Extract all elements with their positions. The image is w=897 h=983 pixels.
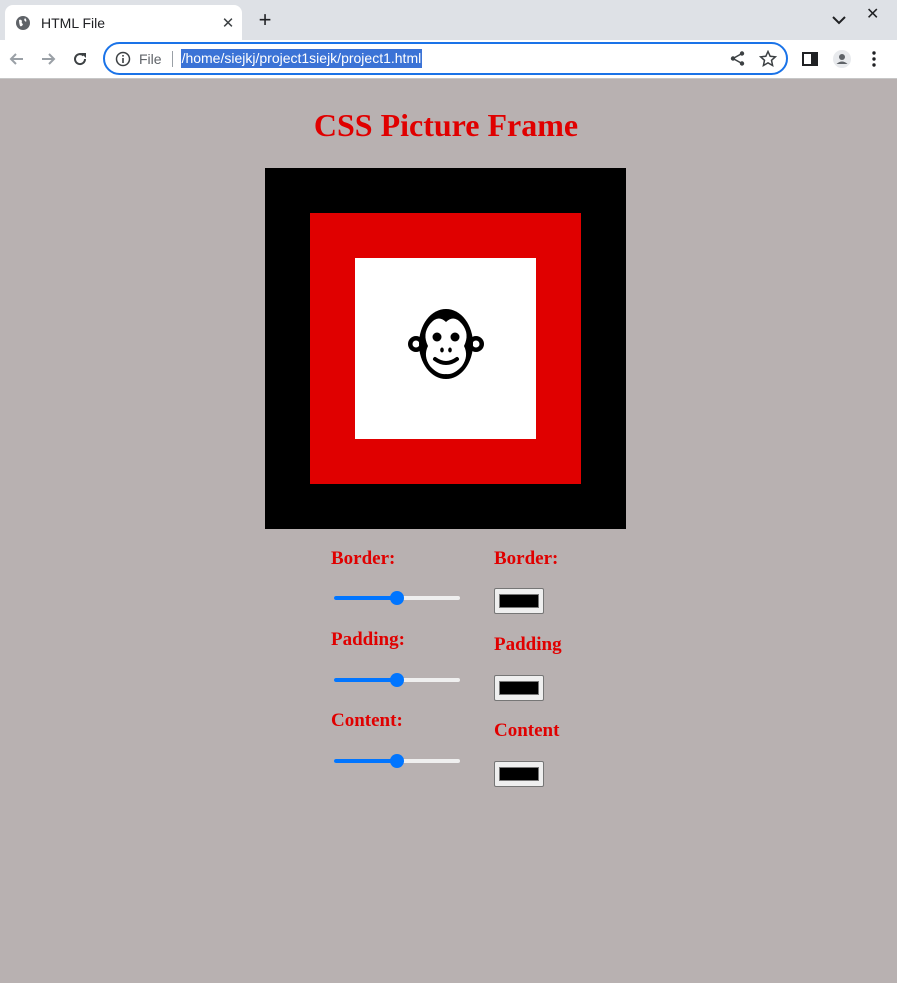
padding-slider-label: Padding: [331, 629, 405, 650]
tab-search-chevron-icon[interactable] [828, 10, 850, 30]
back-arrow-icon[interactable] [7, 49, 27, 69]
padding-color-label: Padding [494, 634, 562, 655]
page-title: CSS Picture Frame [313, 107, 579, 143]
tab-title: HTML File [41, 14, 106, 31]
border-width-slider[interactable] [331, 588, 463, 608]
url-separator [171, 50, 173, 67]
forward-arrow-icon[interactable] [38, 49, 58, 69]
share-icon[interactable] [729, 50, 746, 67]
slider-fill [334, 596, 397, 600]
tab-strip: HTML File ✕ + ✕ [0, 0, 897, 40]
globe-icon [16, 15, 30, 30]
border-color-picker[interactable] [494, 588, 544, 614]
slider-thumb[interactable] [390, 591, 404, 605]
info-icon[interactable] [115, 51, 131, 67]
slider-fill [334, 759, 397, 763]
color-swatch [499, 767, 539, 781]
url-scheme-label: File [139, 50, 162, 67]
color-swatch [499, 594, 539, 608]
color-swatch [499, 681, 539, 695]
border-slider-label: Border: [331, 548, 396, 569]
monkey-icon [408, 309, 484, 379]
address-bar[interactable]: File /home/siejkj/project1siejk/project1… [103, 42, 788, 75]
padding-color-picker[interactable] [494, 675, 544, 701]
bookmark-star-icon[interactable] [759, 50, 777, 68]
padding-width-slider[interactable] [331, 670, 463, 690]
url-text[interactable]: /home/siejkj/project1siejk/project1.html [180, 49, 423, 68]
content-color-label: Content [494, 720, 560, 741]
window-close-icon[interactable]: ✕ [866, 4, 879, 24]
new-tab-icon[interactable]: + [254, 9, 276, 31]
browser-toolbar: File /home/siejkj/project1siejk/project1… [0, 40, 897, 79]
tab-close-icon[interactable]: ✕ [214, 14, 242, 32]
slider-thumb[interactable] [390, 754, 404, 768]
slider-fill [334, 678, 397, 682]
slider-thumb[interactable] [390, 673, 404, 687]
profile-avatar-icon[interactable] [832, 49, 852, 69]
content-slider-label: Content: [331, 710, 403, 731]
side-panel-icon[interactable] [800, 49, 820, 69]
content-size-slider[interactable] [331, 751, 463, 771]
border-color-label: Border: [494, 548, 559, 569]
kebab-menu-icon[interactable] [864, 49, 884, 69]
browser-tab[interactable]: HTML File ✕ [5, 5, 242, 40]
reload-icon[interactable] [70, 49, 90, 69]
content-color-picker[interactable] [494, 761, 544, 787]
